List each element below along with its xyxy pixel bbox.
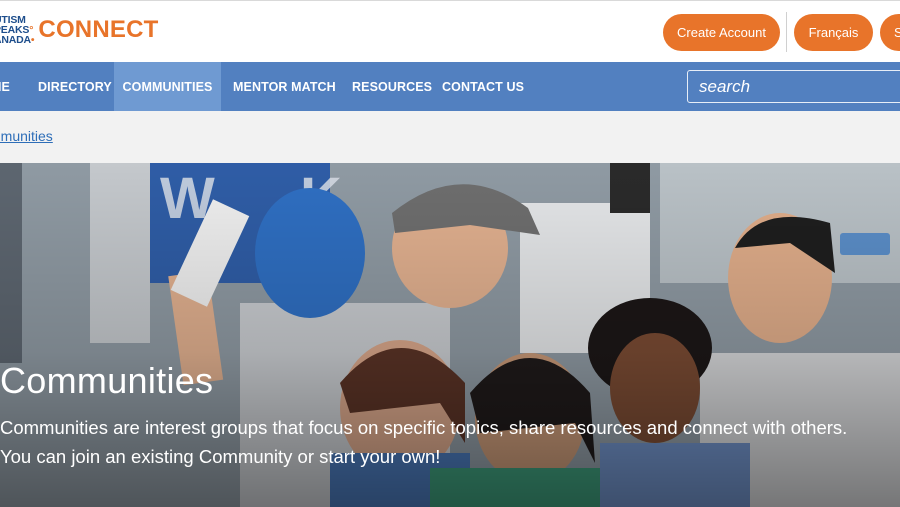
header-divider [786, 12, 787, 52]
nav-item-directory[interactable]: DIRECTORY [26, 62, 124, 111]
logo-text: UTISM PEAKS° ANADA• [0, 14, 35, 46]
search-field[interactable] [687, 70, 900, 103]
hero-title: Communities [0, 360, 214, 401]
nav-item-resources[interactable]: RESOURCES [340, 62, 444, 111]
hero-description: Communities are interest groups that foc… [0, 413, 900, 471]
hero-description-line1: Communities are interest groups that foc… [0, 417, 848, 438]
nav-item-home[interactable]: ME [0, 62, 20, 111]
logo-wordmark: CONNECT [38, 16, 159, 43]
logo[interactable]: UTISM PEAKS° ANADA• CONNECT [0, 14, 159, 46]
search-input[interactable] [688, 71, 900, 102]
hero-banner: W K [0, 163, 900, 507]
create-account-button[interactable]: Create Account [663, 14, 780, 51]
breadcrumb-bar: mmunities [0, 111, 900, 163]
language-button[interactable]: Français [794, 14, 873, 51]
nav-item-communities[interactable]: COMMUNITIES [114, 62, 221, 111]
nav-item-contact-us[interactable]: CONTACT US [430, 62, 536, 111]
nav-item-mentor-match[interactable]: MENTOR MATCH [221, 62, 348, 111]
site-header: UTISM PEAKS° ANADA• CONNECT Create Accou… [0, 0, 900, 62]
hero-description-line2: You can join an existing Community or st… [0, 446, 441, 467]
partial-header-button[interactable]: S [880, 14, 900, 51]
breadcrumb-link[interactable]: mmunities [0, 128, 53, 144]
